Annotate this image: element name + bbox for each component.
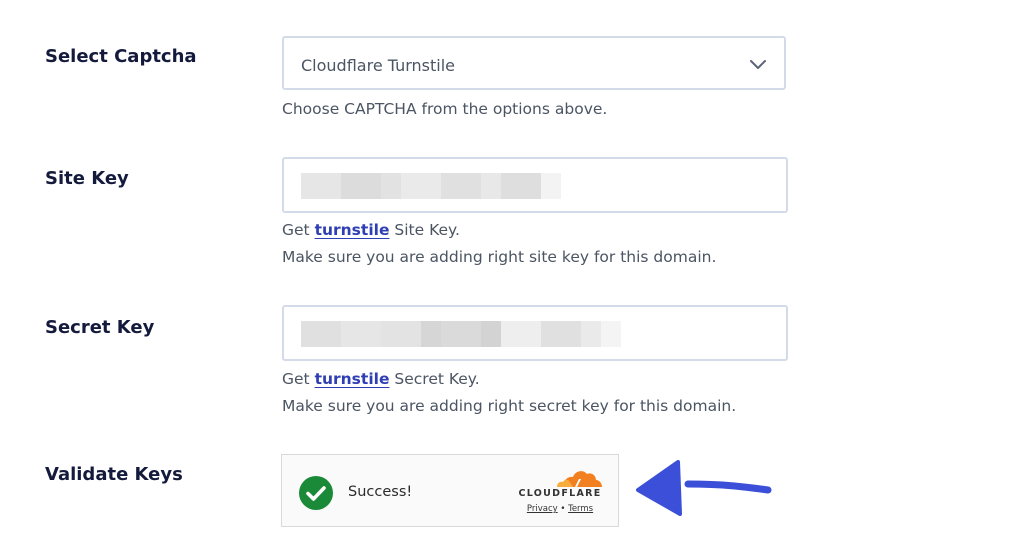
secret-key-turnstile-link[interactable]: turnstile (315, 370, 390, 388)
privacy-link[interactable]: Privacy (527, 504, 558, 514)
site-key-turnstile-link[interactable]: turnstile (315, 221, 390, 239)
secret-key-help: Get turnstile Secret Key. (282, 370, 480, 388)
validate-keys-label: Validate Keys (45, 464, 183, 485)
secret-key-help-note: Make sure you are adding right secret ke… (282, 397, 737, 415)
secret-key-label: Secret Key (45, 317, 155, 338)
site-key-label: Site Key (45, 168, 129, 189)
check-circle-icon (299, 476, 333, 510)
chevron-down-icon (750, 60, 766, 69)
turnstile-status: Success! (348, 484, 413, 500)
site-key-input[interactable] (282, 157, 788, 213)
secret-key-help-suffix: Secret Key. (389, 370, 480, 388)
turnstile-widget[interactable]: Success! CLOUDFLARE Privacy • Terms (281, 454, 619, 527)
captcha-help-text: Choose CAPTCHA from the options above. (282, 100, 608, 118)
arrow-left-icon (636, 460, 772, 516)
secret-key-input[interactable] (282, 305, 788, 361)
site-key-help: Get turnstile Site Key. (282, 221, 460, 239)
turnstile-links: Privacy • Terms (518, 504, 602, 514)
select-captcha-label: Select Captcha (45, 46, 197, 67)
secret-key-help-prefix: Get (282, 370, 315, 388)
captcha-select-value: Cloudflare Turnstile (301, 56, 456, 75)
site-key-help-prefix: Get (282, 221, 315, 239)
link-separator: • (560, 504, 566, 514)
site-key-help-suffix: Site Key. (389, 221, 460, 239)
cloudflare-wordmark: CLOUDFLARE (518, 488, 602, 499)
captcha-select[interactable]: Cloudflare Turnstile (282, 36, 786, 90)
terms-link[interactable]: Terms (568, 504, 593, 514)
site-key-help-note: Make sure you are adding right site key … (282, 248, 717, 266)
redacted-site-key (301, 173, 561, 199)
redacted-secret-key (301, 321, 621, 347)
